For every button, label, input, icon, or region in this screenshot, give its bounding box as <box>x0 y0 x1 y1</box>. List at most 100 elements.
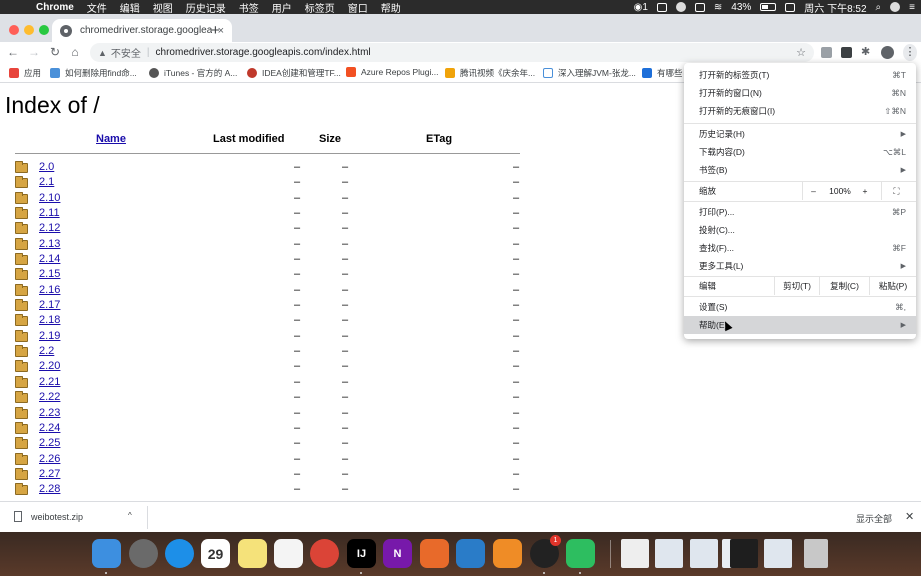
user-status-icon[interactable] <box>890 2 901 12</box>
menu-item-new-window[interactable]: 打开新的窗口(N) ⌘N <box>684 84 916 102</box>
zoom-out-button[interactable]: – <box>802 182 824 200</box>
menu-view[interactable]: 视图 <box>153 0 173 15</box>
menu-item-find[interactable]: 查找(F)... ⌘F <box>684 239 916 257</box>
folder-link[interactable]: 2.20 <box>39 360 60 372</box>
close-download-bar-icon[interactable]: ✕ <box>905 510 914 523</box>
battery-icon[interactable] <box>760 3 777 11</box>
battery-percent[interactable]: 43% <box>731 2 751 13</box>
folder-link[interactable]: 2.19 <box>39 330 60 342</box>
notes-icon[interactable] <box>238 539 267 568</box>
url-text[interactable]: chromedriver.storage.googleapis.com/inde… <box>156 47 371 58</box>
screenshot-2-icon[interactable] <box>690 539 718 568</box>
download-options-icon[interactable]: ^ <box>128 511 132 520</box>
sublime-icon[interactable] <box>493 539 522 568</box>
window-minimize-icon[interactable] <box>24 25 34 35</box>
menu-item-cast[interactable]: 投射(C)... <box>684 221 916 239</box>
menu-users[interactable]: 用户 <box>272 0 292 15</box>
puzzle-icon[interactable]: ✱ <box>861 47 872 58</box>
zoom-in-button[interactable]: + <box>856 182 874 200</box>
column-header-name[interactable]: Name <box>96 133 126 145</box>
menu-item-history[interactable]: 历史记录(H) ▶ <box>684 125 916 143</box>
menu-bookmarks[interactable]: 书签 <box>239 0 259 15</box>
folder-link[interactable]: 2.13 <box>39 238 60 250</box>
menu-history[interactable]: 历史记录 <box>186 0 226 15</box>
menu-item-bookmarks[interactable]: 书签(B) ▶ <box>684 161 916 179</box>
menu-item-print[interactable]: 打印(P)... ⌘P <box>684 203 916 221</box>
menu-tabs[interactable]: 标签页 <box>305 0 335 15</box>
terminal-icon[interactable] <box>730 539 758 568</box>
input-method-icon[interactable] <box>694 2 705 12</box>
calendar-icon[interactable]: 29 <box>201 539 230 568</box>
extension-1-icon[interactable] <box>821 47 832 58</box>
folder-link[interactable]: 2.21 <box>39 376 60 388</box>
paint-icon[interactable] <box>420 539 449 568</box>
folder-link[interactable]: 2.0 <box>39 161 54 173</box>
folder-link[interactable]: 2.23 <box>39 407 60 419</box>
bookmark-star-icon[interactable]: ☆ <box>796 46 806 59</box>
safari-icon[interactable] <box>165 539 194 568</box>
forward-icon[interactable]: → <box>26 45 42 59</box>
security-status[interactable]: 不安全 <box>111 45 141 60</box>
document-icon[interactable] <box>621 539 649 568</box>
extension-2-icon[interactable] <box>841 47 852 58</box>
back-icon[interactable]: ← <box>5 45 21 59</box>
folder-link[interactable]: 2.12 <box>39 222 60 234</box>
chrome-icon[interactable] <box>310 539 339 568</box>
bookmark-item[interactable]: 深入理解JVM-张龙... <box>543 67 636 79</box>
menu-item-new-incognito[interactable]: 打开新的无痕窗口(I) ⇧⌘N <box>684 102 916 120</box>
edit-copy-button[interactable]: 复制(C) <box>819 277 869 295</box>
window-close-icon[interactable] <box>9 25 19 35</box>
menu-item-downloads[interactable]: 下载内容(D) ⌥⌘L <box>684 143 916 161</box>
window-zoom-icon[interactable] <box>39 25 49 35</box>
folder-link[interactable]: 2.2 <box>39 345 54 357</box>
reminders-icon[interactable] <box>274 539 303 568</box>
folder-link[interactable]: 2.17 <box>39 299 60 311</box>
wifi-icon[interactable]: ≋ <box>714 2 722 13</box>
bookmark-apps[interactable]: 应用 <box>9 67 41 79</box>
menu-item-help[interactable]: 帮助(E) ▶ <box>684 316 916 334</box>
sync-status-icon[interactable] <box>785 2 796 12</box>
address-bar[interactable]: ▲ 不安全 | chromedriver.storage.googleapis.… <box>90 43 814 62</box>
edit-paste-button[interactable]: 粘贴(P) <box>869 277 916 295</box>
folder-link[interactable]: 2.18 <box>39 314 60 326</box>
folder-link[interactable]: 2.22 <box>39 391 60 403</box>
menu-item-new-tab[interactable]: 打开新的标签页(T) ⌘T <box>684 66 916 84</box>
screenshot-1-icon[interactable] <box>655 539 683 568</box>
folder-link[interactable]: 2.15 <box>39 268 60 280</box>
new-tab-button[interactable]: + <box>211 22 220 39</box>
menu-edit[interactable]: 编辑 <box>120 0 140 15</box>
tab-active[interactable]: chromedriver.storage.googleapis.com/inde… <box>52 19 232 42</box>
show-all-downloads-button[interactable]: 显示全部 <box>856 512 892 525</box>
vscode-icon[interactable] <box>456 539 485 568</box>
intellij-icon[interactable]: IJ <box>347 539 376 568</box>
folder-link[interactable]: 2.27 <box>39 468 60 480</box>
menu-help[interactable]: 帮助 <box>381 0 401 15</box>
reload-icon[interactable]: ↻ <box>47 45 63 59</box>
menu-window[interactable]: 窗口 <box>348 0 368 15</box>
bookmark-item[interactable]: IDEA创建和管理TF... <box>247 67 341 79</box>
trash-icon[interactable] <box>804 539 828 568</box>
bookmark-item[interactable]: 如何删除用find命... <box>50 67 137 79</box>
clock[interactable]: 周六 下午8:52 <box>804 0 866 15</box>
folder-link[interactable]: 2.24 <box>39 422 60 434</box>
spotlight-icon[interactable]: ⌕ <box>876 2 882 13</box>
fullscreen-icon[interactable]: ⛶ <box>881 182 911 200</box>
folder-link[interactable]: 2.28 <box>39 483 60 495</box>
launchpad-icon[interactable] <box>129 539 158 568</box>
folder-link[interactable]: 2.10 <box>39 192 60 204</box>
folder-link[interactable]: 2.14 <box>39 253 60 265</box>
home-icon[interactable]: ⌂ <box>67 45 83 59</box>
menu-item-more-tools[interactable]: 更多工具(L) ▶ <box>684 257 916 275</box>
evernote-icon[interactable] <box>566 539 595 568</box>
folder-link[interactable]: 2.26 <box>39 453 60 465</box>
control-list-icon[interactable]: ≡ <box>909 2 915 13</box>
folder-link[interactable]: 2.16 <box>39 284 60 296</box>
warning-icon[interactable]: ▲ <box>98 48 107 58</box>
wechat-status-icon[interactable] <box>675 2 686 12</box>
menu-app-name[interactable]: Chrome <box>36 2 74 13</box>
bookmark-item[interactable]: iTunes - 官方的 A... <box>149 67 237 79</box>
edit-cut-button[interactable]: 剪切(T) <box>774 277 819 295</box>
bookmark-item[interactable]: 有哪些 <box>642 67 683 79</box>
profile-avatar-icon[interactable] <box>881 46 894 59</box>
status-app-icon[interactable] <box>656 2 667 12</box>
